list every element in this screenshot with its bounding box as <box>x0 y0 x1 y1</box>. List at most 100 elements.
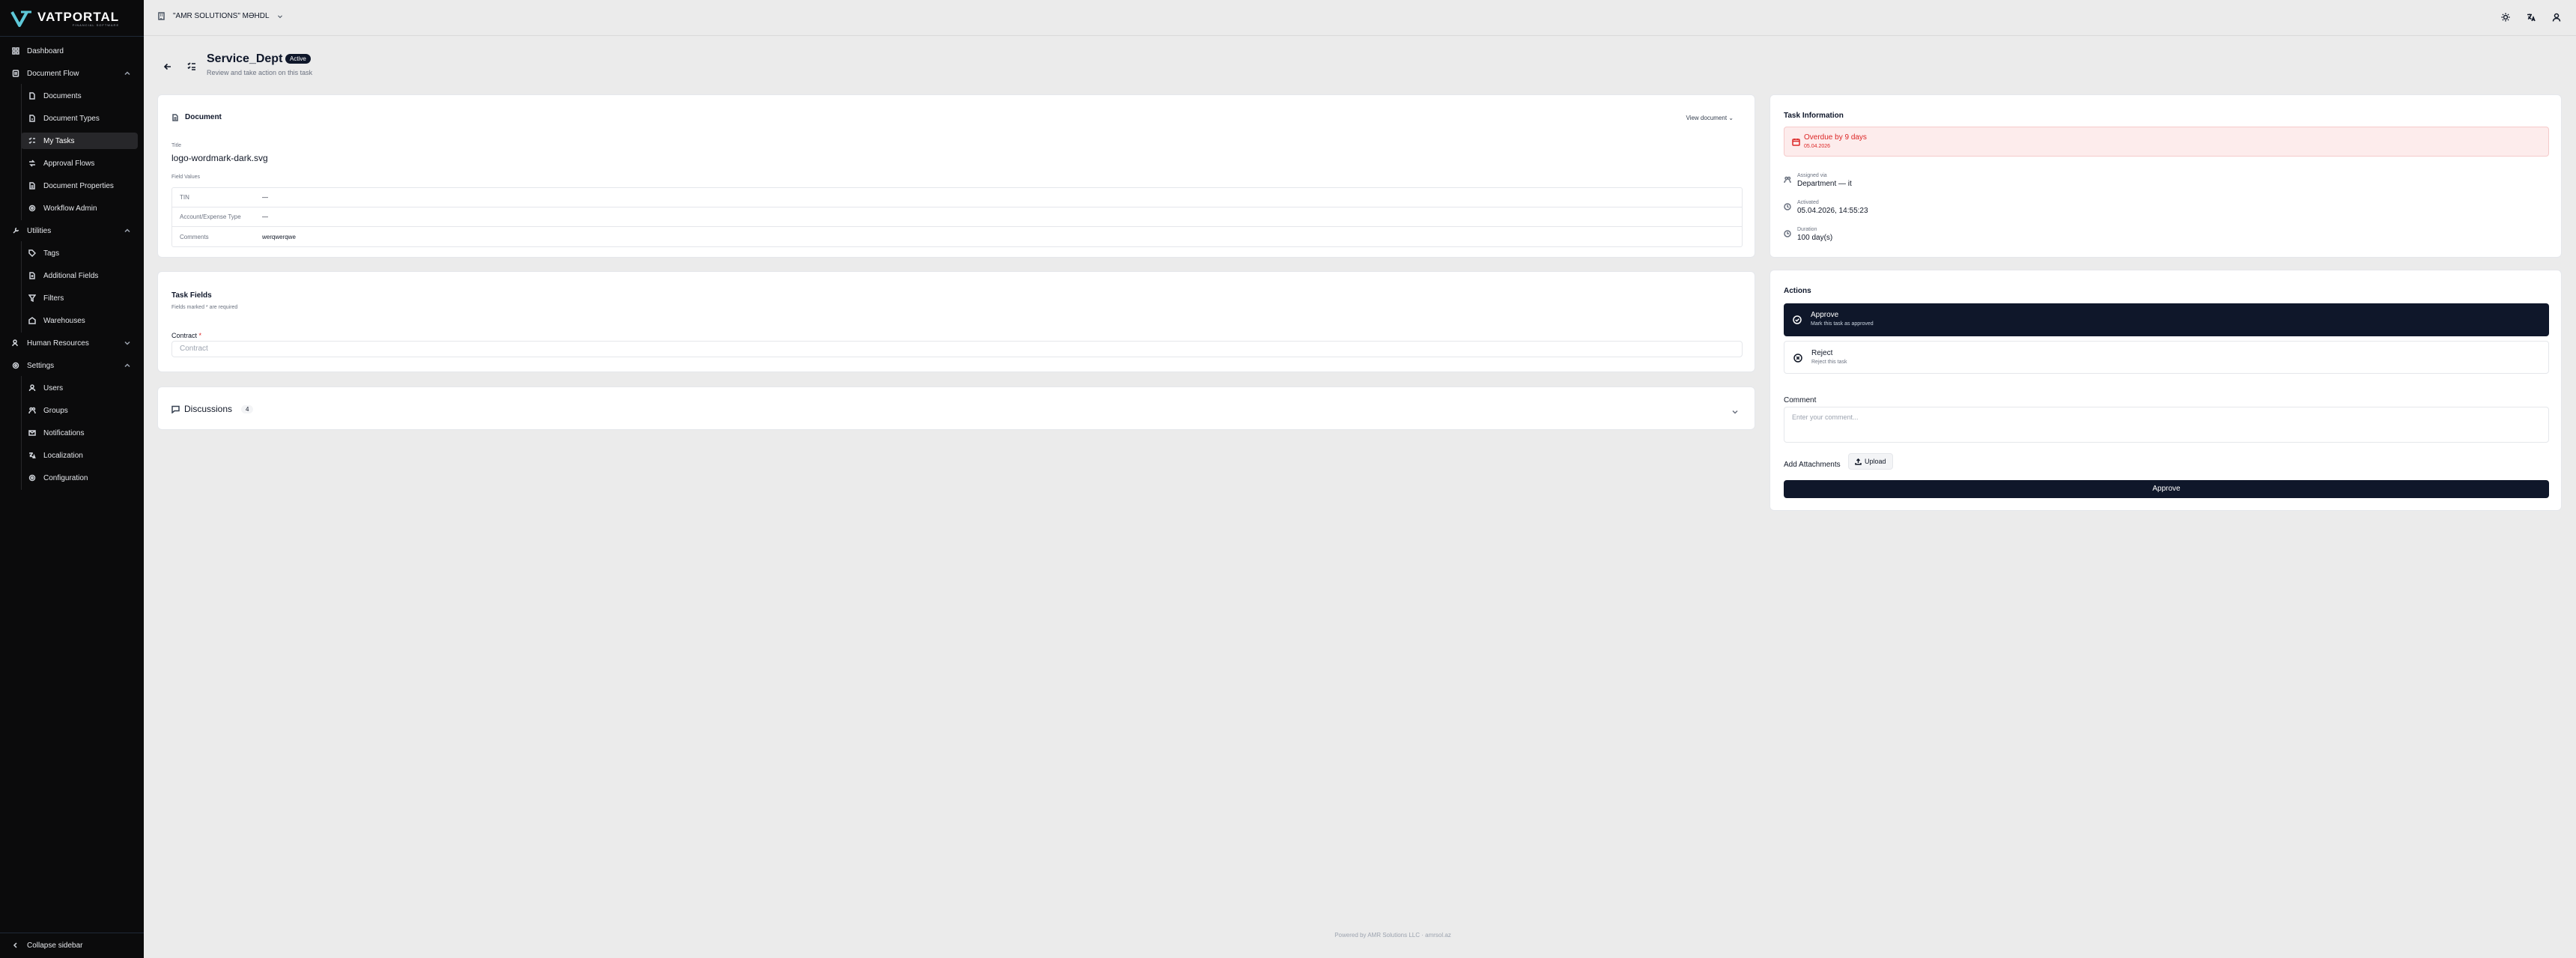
field-value: — <box>262 194 268 201</box>
overdue-title: Overdue by 9 days <box>1804 133 1867 142</box>
table-row: Comments werqwerqwe <box>172 227 1742 246</box>
sidebar-item-label: Localization <box>43 451 83 460</box>
sidebar-item-documents[interactable]: Documents <box>21 88 138 104</box>
view-document-button[interactable]: View document ⌄ <box>1686 115 1734 121</box>
sidebar-item-workflow-admin[interactable]: Workflow Admin <box>21 200 138 216</box>
file-type-icon <box>28 115 36 122</box>
approve-submit-button[interactable]: Approve <box>1784 480 2549 498</box>
building-icon <box>158 12 165 20</box>
translate-icon <box>2527 13 2536 22</box>
overdue-alert: Overdue by 9 days 05.04.2026 <box>1784 127 2549 157</box>
sidebar-item-tags[interactable]: Tags <box>21 245 138 261</box>
wrench-icon <box>12 227 19 234</box>
back-button[interactable] <box>163 61 172 70</box>
organization-name: "AMR SOLUTIONS" MƏHDL <box>173 12 270 20</box>
discussions-card[interactable]: Discussions 4 <box>157 386 1755 430</box>
user-menu-button[interactable] <box>2552 12 2561 22</box>
sidebar-item-label: Utilities <box>27 226 52 235</box>
sidebar-item-warehouses[interactable]: Warehouses <box>21 312 138 329</box>
sidebar-item-label: Groups <box>43 406 68 415</box>
approve-option-description: Mark this task as approved <box>1811 321 1874 327</box>
sidebar-item-label: Document Types <box>43 114 100 123</box>
file-icon <box>28 92 36 100</box>
check-circle-icon <box>1793 315 1802 324</box>
language-button[interactable] <box>2527 12 2536 22</box>
sidebar-item-document-properties[interactable]: Document Properties <box>21 178 138 194</box>
chevron-up-icon <box>124 228 130 234</box>
assigned-via-label: Assigned via <box>1797 173 1827 178</box>
required-mark: * <box>198 332 202 339</box>
sidebar-item-groups[interactable]: Groups <box>21 402 138 419</box>
sidebar-item-label: Dashboard <box>27 46 64 55</box>
settings-icon <box>12 362 19 369</box>
sidebar-item-notifications[interactable]: Notifications <box>21 425 138 441</box>
upload-label: Upload <box>1865 458 1886 465</box>
document-filename: logo-wordmark-dark.svg <box>171 153 268 163</box>
theme-toggle-button[interactable] <box>2501 12 2510 22</box>
sidebar-item-human-resources[interactable]: Human Resources <box>6 335 138 351</box>
task-information-heading: Task Information <box>1784 112 1844 120</box>
field-key: Account/Expense Type <box>180 213 241 220</box>
sidebar-item-document-flow[interactable]: Document Flow <box>6 65 138 82</box>
field-value: werqwerqwe <box>262 233 296 240</box>
page-title: Service_Dept <box>207 52 283 65</box>
clock-icon <box>1784 203 1791 210</box>
collapse-sidebar-button[interactable]: Collapse sidebar <box>6 938 138 953</box>
upload-icon <box>1855 458 1862 465</box>
organization-selector[interactable]: "AMR SOLUTIONS" MƏHDL <box>157 12 283 20</box>
approval-flow-icon <box>28 160 36 167</box>
chevron-left-icon <box>12 942 19 949</box>
sidebar-item-additional-fields[interactable]: Additional Fields <box>21 267 138 284</box>
field-values-table: TIN — Account/Expense Type — Comments we… <box>171 187 1743 247</box>
task-list-icon <box>187 61 198 72</box>
field-values-label: Field Values <box>171 175 201 180</box>
message-icon <box>171 405 180 413</box>
chevron-down-icon <box>277 15 282 18</box>
chevron-down-icon <box>124 340 130 346</box>
sidebar-item-label: Human Resources <box>27 339 89 348</box>
upload-button[interactable]: Upload <box>1848 453 1893 470</box>
approve-option[interactable]: Approve Mark this task as approved <box>1784 303 2549 336</box>
sidebar-item-users[interactable]: Users <box>21 380 138 396</box>
document-heading: Document <box>171 113 222 121</box>
sidebar-item-settings[interactable]: Settings <box>6 357 138 374</box>
view-document-label: View document <box>1686 115 1728 121</box>
config-icon <box>28 474 36 482</box>
x-circle-icon <box>1793 353 1802 363</box>
sidebar-item-my-tasks[interactable]: My Tasks <box>21 133 138 149</box>
overdue-date: 05.04.2026 <box>1804 144 1831 149</box>
duration-label: Duration <box>1797 227 1817 232</box>
sidebar-item-configuration[interactable]: Configuration <box>21 470 138 486</box>
reject-option[interactable]: Reject Reject this task <box>1784 341 2549 374</box>
comment-textarea[interactable]: Enter your comment... <box>1784 407 2549 443</box>
field-key: TIN <box>180 194 189 201</box>
mail-icon <box>28 429 36 437</box>
sidebar-item-label: Document Properties <box>43 181 114 190</box>
contract-input[interactable]: Contract <box>171 341 1743 357</box>
sidebar-item-filters[interactable]: Filters <box>21 290 138 306</box>
sidebar-item-approval-flows[interactable]: Approval Flows <box>21 155 138 172</box>
sidebar-item-label: Warehouses <box>43 316 85 325</box>
sidebar-item-document-types[interactable]: Document Types <box>21 110 138 127</box>
chevron-down-icon[interactable] <box>1732 405 1738 414</box>
actions-card: Actions Approve Mark this task as approv… <box>1770 270 2562 511</box>
user-icon <box>2552 13 2561 22</box>
calendar-icon <box>1792 139 1800 146</box>
sidebar-item-label: Additional Fields <box>43 271 99 280</box>
approve-option-label: Approve <box>1811 311 1839 319</box>
task-fields-heading: Task Fields <box>171 291 212 300</box>
sidebar-item-label: Tags <box>43 249 60 258</box>
topbar-actions <box>2501 12 2561 22</box>
reject-option-label: Reject <box>1811 349 1833 357</box>
sidebar-item-label: Filters <box>43 294 64 303</box>
page-subtitle: Review and take action on this task <box>207 69 313 76</box>
group-icon <box>28 407 36 414</box>
collapse-label: Collapse sidebar <box>27 941 83 950</box>
sidebar-item-utilities[interactable]: Utilities <box>6 222 138 239</box>
logo[interactable]: VATPORTAL FINANCIAL SOFTWARE <box>10 9 119 28</box>
comment-label: Comment <box>1784 396 1817 404</box>
actions-heading: Actions <box>1784 287 1811 295</box>
arrow-left-icon <box>163 63 171 70</box>
sidebar-item-dashboard[interactable]: Dashboard <box>6 43 138 59</box>
sidebar-item-localization[interactable]: Localization <box>21 447 138 464</box>
